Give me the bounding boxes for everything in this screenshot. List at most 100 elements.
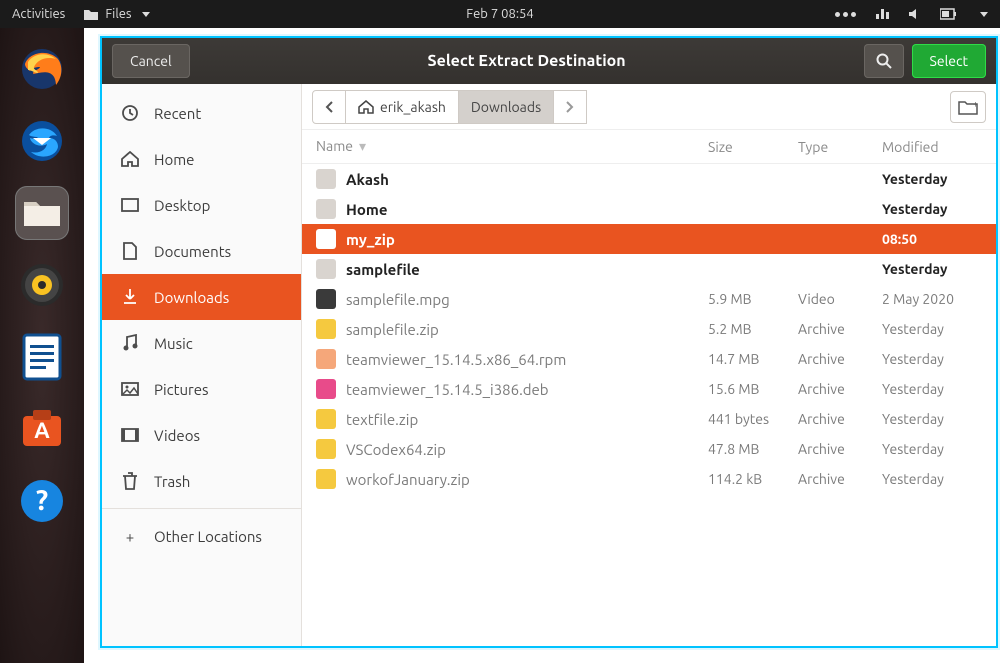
sidebar-item-label: Documents (154, 243, 231, 260)
file-name: samplefile (346, 261, 708, 278)
home-icon (358, 100, 374, 114)
app-menu-files[interactable]: Files (83, 7, 149, 21)
file-name: my_zip (346, 231, 708, 248)
dock-firefox[interactable] (15, 42, 69, 96)
dock-thunderbird[interactable] (15, 114, 69, 168)
file-row[interactable]: workofJanuary.zip114.2 kBArchiveYesterda… (302, 464, 996, 494)
file-modified: Yesterday (882, 171, 982, 187)
file-type: Archive (798, 411, 882, 427)
network-icon[interactable] (874, 7, 890, 21)
dock-files[interactable] (15, 186, 69, 240)
sidebar-item-label: Other Locations (154, 528, 262, 545)
sidebar-item-label: Music (154, 335, 193, 352)
sidebar-item-home[interactable]: Home (102, 136, 301, 182)
file-row[interactable]: VSCodex64.zip47.8 MBArchiveYesterday (302, 434, 996, 464)
folder-icon (316, 229, 336, 249)
col-type[interactable]: Type (798, 139, 882, 155)
file-size: 5.9 MB (708, 291, 798, 307)
sidebar-item-documents[interactable]: Documents (102, 228, 301, 274)
file-name: teamviewer_15.14.5_i386.deb (346, 381, 708, 398)
dock-rhythmbox[interactable] (15, 258, 69, 312)
desktop-icon (120, 195, 140, 215)
sidebar-item-music[interactable]: Music (102, 320, 301, 366)
clock-icon (120, 103, 140, 123)
dock-libreoffice-writer[interactable] (15, 330, 69, 384)
download-icon (120, 287, 140, 307)
dock-software[interactable]: A (15, 402, 69, 456)
svg-text:A: A (34, 418, 50, 443)
sidebar-item-trash[interactable]: Trash (102, 458, 301, 504)
file-modified: Yesterday (882, 351, 982, 367)
sidebar-item-videos[interactable]: Videos (102, 412, 301, 458)
cancel-button[interactable]: Cancel (112, 44, 190, 78)
sidebar-item-label: Recent (154, 105, 201, 122)
file-icon (316, 319, 336, 339)
col-size[interactable]: Size (708, 139, 798, 155)
svg-text:+: + (973, 99, 978, 109)
file-row[interactable]: samplefile.zip5.2 MBArchiveYesterday (302, 314, 996, 344)
chevron-left-icon (325, 101, 333, 113)
search-button[interactable] (864, 44, 904, 78)
file-type: Archive (798, 381, 882, 397)
file-icon (316, 439, 336, 459)
music-icon (120, 333, 140, 353)
file-size: 5.2 MB (708, 321, 798, 337)
sidebar-item-recent[interactable]: Recent (102, 90, 301, 136)
folder-icon (316, 169, 336, 189)
file-icon (316, 409, 336, 429)
file-row[interactable]: samplefile.mpg5.9 MBVideo2 May 2020 (302, 284, 996, 314)
dock-help[interactable]: ? (15, 474, 69, 528)
file-row[interactable]: my_zip08:50 (302, 224, 996, 254)
file-row[interactable]: teamviewer_15.14.5.x86_64.rpm14.7 MBArch… (302, 344, 996, 374)
app-menu-label: Files (105, 7, 131, 21)
folder-icon (83, 7, 99, 21)
panel-clock[interactable]: Feb 7 08:54 (466, 7, 533, 21)
file-name: teamviewer_15.14.5.x86_64.rpm (346, 351, 708, 368)
path-forward-button[interactable] (553, 90, 587, 124)
file-row[interactable]: HomeYesterday (302, 194, 996, 224)
col-name[interactable]: Name▾ (316, 138, 708, 155)
sidebar-item-label: Desktop (154, 197, 210, 214)
sidebar-item-downloads[interactable]: Downloads (102, 274, 301, 320)
search-icon (876, 53, 892, 69)
file-size: 14.7 MB (708, 351, 798, 367)
activities-button[interactable]: Activities (12, 7, 65, 21)
folder-icon (316, 259, 336, 279)
file-row[interactable]: AkashYesterday (302, 164, 996, 194)
file-row[interactable]: teamviewer_15.14.5_i386.deb15.6 MBArchiv… (302, 374, 996, 404)
file-chooser-dialog: Cancel Select Extract Destination Select… (100, 36, 998, 648)
file-type: Archive (798, 441, 882, 457)
file-icon (316, 469, 336, 489)
dialog-title: Select Extract Destination (428, 52, 626, 70)
file-type: Archive (798, 351, 882, 367)
breadcrumb-home[interactable]: erik_akash (345, 90, 459, 124)
file-type: Archive (798, 321, 882, 337)
system-menu-icon[interactable] (980, 12, 988, 17)
select-button[interactable]: Select (912, 44, 986, 78)
battery-icon[interactable] (940, 8, 958, 20)
new-folder-button[interactable]: + (950, 91, 986, 123)
sidebar-item-desktop[interactable]: Desktop (102, 182, 301, 228)
dialog-header: Cancel Select Extract Destination Select (102, 38, 996, 84)
file-list[interactable]: AkashYesterdayHomeYesterdaymy_zip08:50sa… (302, 164, 996, 646)
sort-desc-icon: ▾ (359, 138, 366, 154)
more-icon[interactable] (835, 12, 856, 17)
file-modified: Yesterday (882, 261, 982, 277)
gnome-top-panel: Activities Files Feb 7 08:54 (0, 0, 1000, 28)
sidebar-item-pictures[interactable]: Pictures (102, 366, 301, 412)
file-size: 441 bytes (708, 411, 798, 427)
sidebar-item-other-locations[interactable]: + Other Locations (102, 513, 301, 559)
path-back-button[interactable] (312, 90, 346, 124)
file-modified: Yesterday (882, 381, 982, 397)
breadcrumb-current[interactable]: Downloads (458, 90, 554, 124)
volume-icon[interactable] (908, 7, 922, 21)
file-icon (316, 349, 336, 369)
main-pane: erik_akash Downloads + Name▾ Size Type M… (302, 84, 996, 646)
plus-icon: + (120, 526, 140, 546)
column-headers[interactable]: Name▾ Size Type Modified (302, 130, 996, 164)
trash-icon (120, 471, 140, 491)
file-row[interactable]: textfile.zip441 bytesArchiveYesterday (302, 404, 996, 434)
file-name: samplefile.mpg (346, 291, 708, 308)
file-row[interactable]: samplefile Yesterday (302, 254, 996, 284)
col-modified[interactable]: Modified (882, 139, 982, 155)
